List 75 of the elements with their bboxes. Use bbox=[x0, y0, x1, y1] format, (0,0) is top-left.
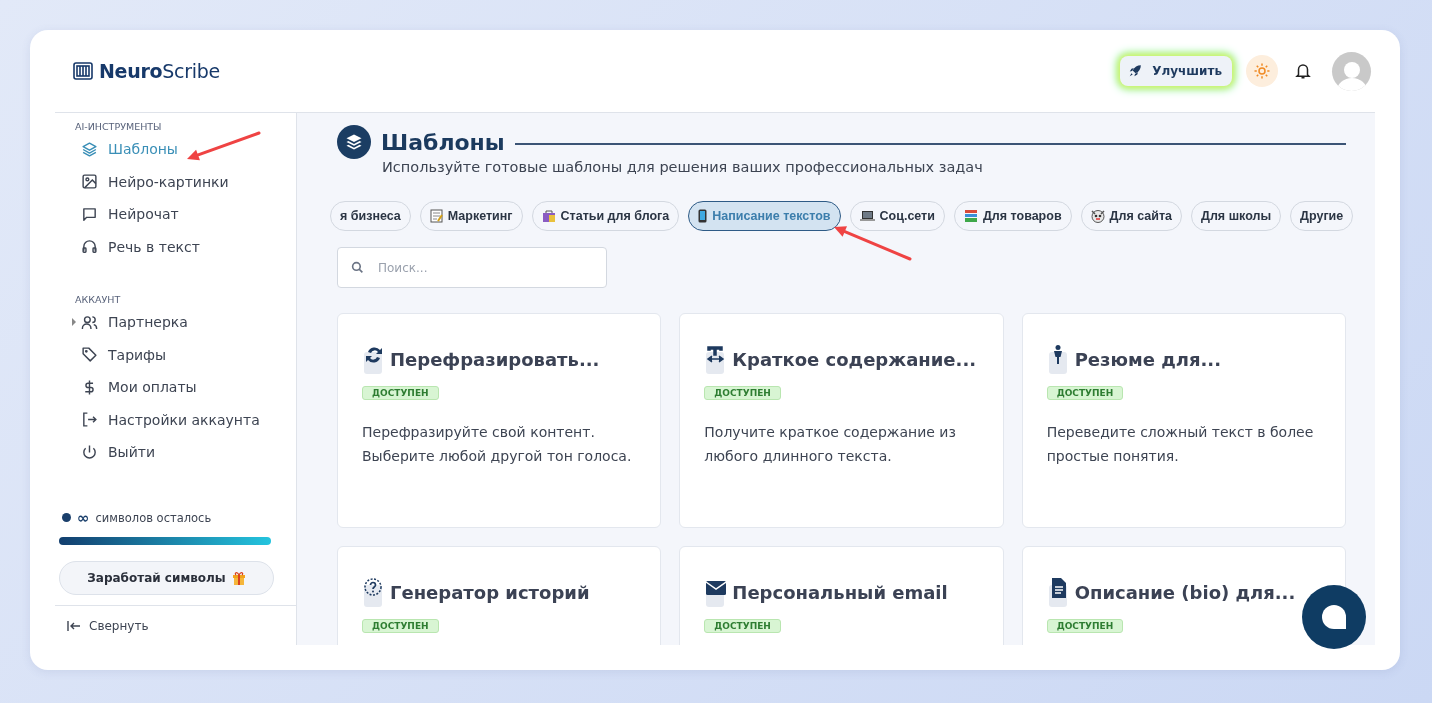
person-icon bbox=[1046, 344, 1069, 374]
face-icon bbox=[1090, 209, 1105, 223]
template-title[interactable]: Резюме для... bbox=[1074, 348, 1221, 370]
notifications-button[interactable] bbox=[1294, 61, 1312, 81]
template-title[interactable]: Генератор историй bbox=[390, 581, 590, 603]
nav-item[interactable]: Партнерка bbox=[55, 306, 296, 339]
gift-icon bbox=[231, 570, 246, 585]
document-icon bbox=[1046, 577, 1069, 607]
nav-item[interactable]: Нейро-картинки bbox=[55, 165, 296, 198]
collapse-button[interactable]: Свернуть bbox=[55, 605, 296, 645]
layers-icon bbox=[81, 140, 98, 158]
sun-icon bbox=[1253, 62, 1271, 80]
laptop-icon bbox=[859, 210, 875, 222]
status-badge: ДОСТУПЕН bbox=[704, 619, 781, 633]
search-icon bbox=[351, 261, 364, 274]
earn-credits-button[interactable]: Заработай символы bbox=[59, 560, 274, 595]
arrows-cycle-icon bbox=[362, 344, 384, 374]
memo-icon bbox=[429, 209, 443, 223]
image-icon bbox=[81, 173, 98, 191]
section-heading: АККАУНТ bbox=[74, 293, 122, 306]
tag-icon bbox=[81, 346, 98, 364]
credits-amount: ∞ bbox=[77, 508, 90, 527]
text-width-icon bbox=[704, 344, 727, 374]
chat-icon bbox=[81, 205, 98, 223]
template-title[interactable]: Персональный email bbox=[732, 581, 948, 603]
nav-item[interactable]: Нейрочат bbox=[55, 198, 296, 231]
category-chip[interactable]: Другие bbox=[1290, 201, 1354, 231]
page-title: Шаблоны bbox=[381, 129, 505, 155]
status-badge: ДОСТУПЕН bbox=[704, 386, 781, 400]
nav-item[interactable]: Выйти bbox=[55, 436, 296, 469]
caret-icon bbox=[72, 318, 76, 326]
template-description: Переведите сложный текст в более простые понятия. bbox=[1046, 423, 1315, 466]
collapse-icon bbox=[67, 619, 81, 632]
category-chip[interactable]: Для школы bbox=[1191, 201, 1282, 231]
shopping-bag-icon bbox=[541, 209, 556, 223]
nav-item[interactable]: Тарифы bbox=[55, 338, 296, 371]
logo-icon bbox=[73, 62, 93, 80]
page-subtitle: Используйте готовые шаблоны для решения ваших профессиональных задач bbox=[382, 159, 984, 175]
category-chip[interactable]: Маркетинг bbox=[419, 201, 523, 231]
category-chip[interactable]: я бизнеса bbox=[330, 201, 411, 231]
books-icon bbox=[963, 209, 978, 223]
nav-item[interactable]: Мои оплаты bbox=[55, 371, 296, 404]
credits-label: символов осталось bbox=[95, 510, 212, 525]
template-description: Получите краткое содержание из любого длинного текста. bbox=[704, 423, 957, 466]
category-chip[interactable]: Для товаров bbox=[953, 201, 1072, 231]
app-logo[interactable]: NeuroScribe bbox=[99, 60, 220, 82]
templates-icon bbox=[337, 125, 371, 159]
bell-icon bbox=[1294, 61, 1312, 81]
headphones-icon bbox=[81, 238, 98, 256]
users-icon bbox=[81, 313, 98, 331]
template-description: Перефразируйте свой контент. Выберите любой другой тон голоса. bbox=[362, 423, 633, 466]
section-heading: AI-ИНСТРУМЕНТЫ bbox=[74, 120, 163, 133]
template-title[interactable]: Перефразировать... bbox=[390, 348, 600, 370]
theme-toggle[interactable] bbox=[1246, 55, 1278, 87]
nav-item[interactable]: Настройки аккаунта bbox=[55, 403, 296, 436]
chat-bubble-icon bbox=[1319, 602, 1349, 632]
template-title[interactable]: Краткое содержание... bbox=[732, 348, 977, 370]
category-chip[interactable]: Соц.сети bbox=[849, 201, 945, 231]
status-badge: ДОСТУПЕН bbox=[362, 619, 439, 633]
template-title[interactable]: Описание (bio) для... bbox=[1074, 581, 1296, 603]
question-icon bbox=[362, 577, 384, 607]
upgrade-button[interactable]: Улучшить bbox=[1120, 56, 1232, 86]
logout-icon bbox=[81, 411, 98, 429]
status-badge: ДОСТУПЕН bbox=[1046, 619, 1124, 633]
rocket-icon bbox=[1128, 64, 1143, 78]
nav-item[interactable]: Речь в текст bbox=[55, 230, 296, 263]
status-badge: ДОСТУПЕН bbox=[362, 386, 439, 400]
status-badge: ДОСТУПЕН bbox=[1046, 386, 1124, 400]
search-field[interactable]: Поиск... bbox=[337, 247, 607, 288]
category-chip[interactable]: Для сайта bbox=[1080, 201, 1182, 231]
phone-icon bbox=[698, 209, 708, 223]
power-icon bbox=[81, 443, 98, 461]
nav-item[interactable]: Шаблоны bbox=[55, 133, 296, 166]
category-chip[interactable]: Статьи для блога bbox=[531, 201, 680, 231]
status-dot bbox=[62, 513, 71, 522]
